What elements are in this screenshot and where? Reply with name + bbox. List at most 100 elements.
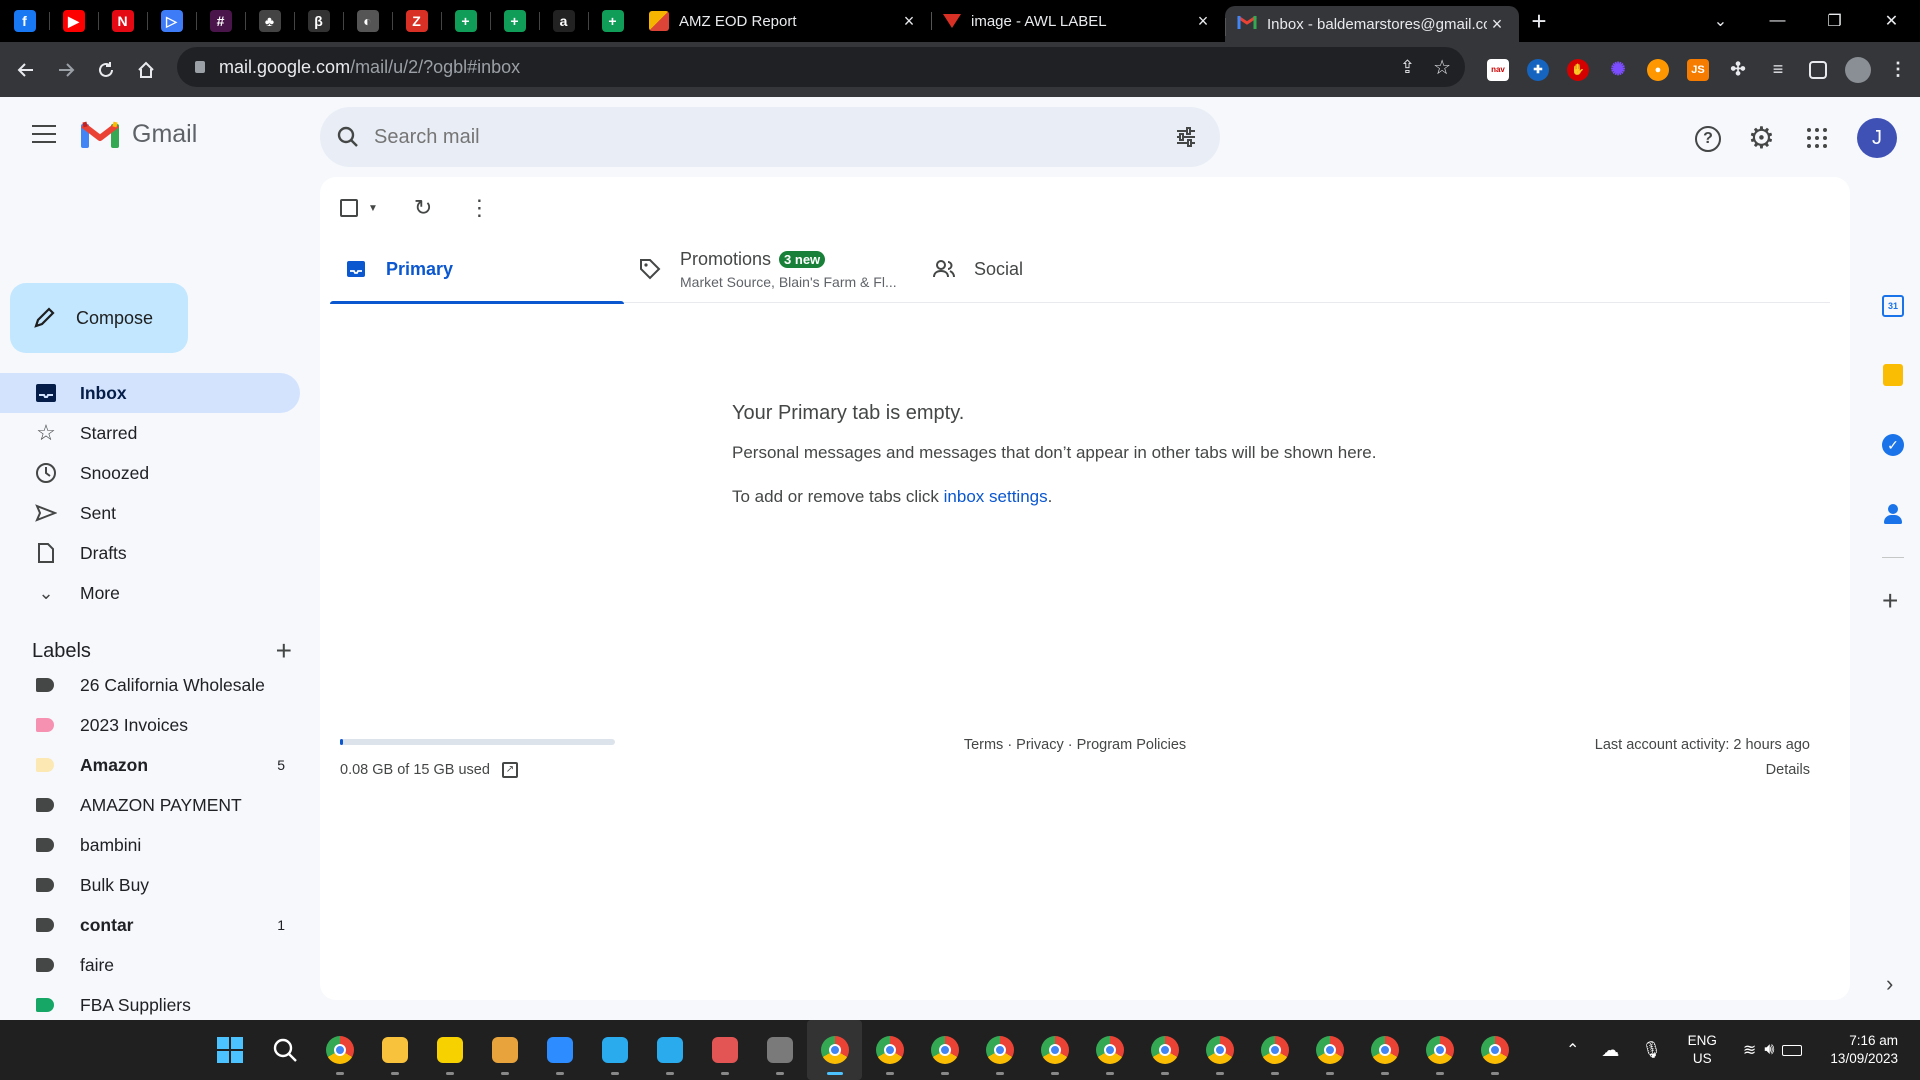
language-indicator[interactable]: ENG US [1688, 1032, 1717, 1068]
pinned-tab[interactable]: ◐ [343, 0, 392, 42]
pinned-tab[interactable]: + [588, 0, 637, 42]
select-checkbox[interactable] [340, 199, 358, 217]
inbox-settings-link[interactable]: inbox settings [944, 487, 1048, 506]
add-label-icon[interactable]: + [276, 635, 292, 667]
pinned-tab[interactable]: ▷ [147, 0, 196, 42]
gmail-logo[interactable]: Gmail [80, 119, 197, 149]
pinned-tab[interactable]: a [539, 0, 588, 42]
taskbar-app[interactable] [972, 1020, 1027, 1080]
taskbar-app[interactable] [1137, 1020, 1192, 1080]
profile-avatar[interactable] [1838, 50, 1878, 90]
search-bar[interactable] [320, 107, 1220, 167]
label-item[interactable]: AMAZON PAYMENT [0, 785, 300, 825]
label-item[interactable]: faire [0, 945, 300, 985]
label-item[interactable]: bambini [0, 825, 300, 865]
details-link[interactable]: Details [1766, 762, 1810, 778]
search-options-icon[interactable] [1174, 125, 1198, 149]
taskbar-app[interactable] [1467, 1020, 1522, 1080]
share-icon[interactable]: ⇪ [1400, 57, 1415, 78]
sidebar-item-more[interactable]: ⌄ More [0, 573, 300, 613]
pinned-tab[interactable]: Z [392, 0, 441, 42]
close-icon[interactable]: × [899, 11, 919, 32]
pinned-tab[interactable]: N [98, 0, 147, 42]
battery-icon[interactable] [1782, 1044, 1803, 1056]
restore-button[interactable]: ❐ [1806, 0, 1863, 42]
forward-button[interactable] [46, 50, 86, 90]
chevron-right-icon[interactable]: › [1886, 971, 1893, 997]
select-dropdown-icon[interactable]: ▼ [368, 203, 378, 214]
sidebar-item-sent[interactable]: Sent [0, 493, 300, 533]
sidebar-item-drafts[interactable]: Drafts [0, 533, 300, 573]
menu-kebab-icon[interactable]: ⋮ [1878, 50, 1918, 90]
close-window-button[interactable]: ✕ [1863, 0, 1920, 42]
close-icon[interactable]: × [1487, 14, 1507, 35]
search-icon[interactable] [257, 1020, 312, 1080]
apps-grid-icon[interactable] [1807, 128, 1827, 148]
address-bar[interactable]: mail.google.com/mail/u/2/?ogbl#inbox ⇪ ☆ [177, 47, 1465, 87]
label-item[interactable]: Amazon 5 [0, 745, 300, 785]
pinned-tab[interactable]: # [196, 0, 245, 42]
tasks-icon[interactable]: ✓ [1882, 434, 1904, 456]
taskbar-app[interactable] [1302, 1020, 1357, 1080]
taskbar-app[interactable] [697, 1020, 752, 1080]
pinned-tab[interactable]: + [490, 0, 539, 42]
reload-button[interactable] [86, 50, 126, 90]
cloud-icon[interactable]: ☁ [1601, 1040, 1619, 1061]
footer-links[interactable]: Terms · Privacy · Program Policies [340, 737, 1810, 753]
browser-tab-awl-label[interactable]: image - AWL LABEL × [931, 0, 1225, 42]
sidebar-item-starred[interactable]: ☆ Starred [0, 413, 300, 453]
pinned-tab[interactable]: + [441, 0, 490, 42]
taskbar-app[interactable] [1357, 1020, 1412, 1080]
label-item[interactable]: Bulk Buy [0, 865, 300, 905]
label-item[interactable]: contar 1 [0, 905, 300, 945]
taskbar-app[interactable] [862, 1020, 917, 1080]
bookmark-star-icon[interactable]: ☆ [1433, 55, 1451, 80]
search-input[interactable] [374, 125, 1134, 149]
taskbar-app[interactable] [807, 1020, 862, 1080]
media-control-icon[interactable]: ≡ [1758, 50, 1798, 90]
taskbar-app[interactable] [752, 1020, 807, 1080]
taskbar-app[interactable] [1412, 1020, 1467, 1080]
new-tab-button[interactable]: + [1519, 6, 1559, 37]
taskbar-app[interactable] [1027, 1020, 1082, 1080]
start-button[interactable] [202, 1020, 257, 1080]
taskbar-app[interactable] [1082, 1020, 1137, 1080]
label-item[interactable]: FBA Suppliers [0, 985, 300, 1020]
lock-icon[interactable] [195, 61, 205, 73]
side-panel-icon[interactable] [1798, 50, 1838, 90]
sidebar-item-snoozed[interactable]: Snoozed [0, 453, 300, 493]
account-avatar[interactable]: J [1857, 118, 1897, 158]
help-icon[interactable]: ? [1695, 126, 1721, 152]
taskbar-app[interactable] [1192, 1020, 1247, 1080]
tab-social[interactable]: Social [918, 235, 1212, 303]
wifi-icon[interactable]: ≋ [1743, 1040, 1756, 1060]
taskbar-app[interactable] [477, 1020, 532, 1080]
taskbar-app[interactable] [422, 1020, 477, 1080]
settings-gear-icon[interactable]: ⚙ [1748, 121, 1775, 156]
search-icon[interactable] [336, 125, 360, 149]
pinned-tab[interactable]: f [0, 0, 49, 42]
browser-tab-amz-eod[interactable]: AMZ EOD Report × [637, 0, 931, 42]
pinned-tab[interactable]: β [294, 0, 343, 42]
tab-promotions[interactable]: Promotions 3 new Market Source, Blain's … [624, 235, 918, 303]
keep-icon[interactable] [1883, 364, 1903, 386]
add-addon-icon[interactable]: + [1882, 585, 1898, 617]
taskbar-app[interactable] [642, 1020, 697, 1080]
taskbar-app[interactable] [917, 1020, 972, 1080]
taskbar-app[interactable] [312, 1020, 367, 1080]
extension-icon[interactable]: ● [1638, 50, 1678, 90]
browser-tab-gmail[interactable]: Inbox - baldemarstores@gmail.com - Gmail… [1225, 6, 1519, 42]
contacts-icon[interactable] [1884, 504, 1902, 524]
volume-icon[interactable]: 🔊︎ [1764, 1041, 1774, 1059]
chevron-up-icon[interactable]: ⌃ [1566, 1040, 1579, 1060]
taskbar-app[interactable] [1247, 1020, 1302, 1080]
home-button[interactable] [126, 50, 166, 90]
puzzle-icon[interactable]: ✣ [1718, 50, 1758, 90]
main-menu-icon[interactable] [32, 125, 56, 143]
close-icon[interactable]: × [1193, 11, 1213, 32]
refresh-icon[interactable]: ↻ [414, 195, 432, 221]
extension-icon[interactable]: JS [1678, 50, 1718, 90]
pinned-tab[interactable]: ♣ [245, 0, 294, 42]
taskbar-app[interactable] [367, 1020, 422, 1080]
label-item[interactable]: 26 California Wholesale [0, 665, 300, 705]
